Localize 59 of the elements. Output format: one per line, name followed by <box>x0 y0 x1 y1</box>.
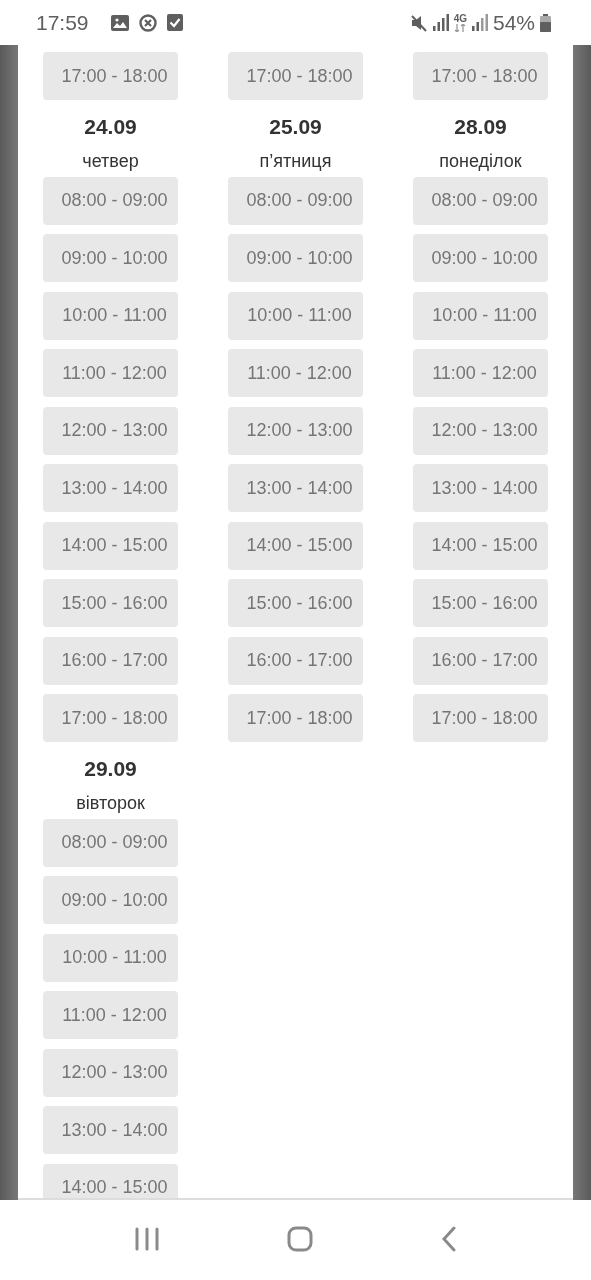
time-slot-button[interactable]: 15:00 - 16:00 <box>413 579 548 627</box>
time-slot-button[interactable]: 13:00 - 14:00 <box>43 1106 178 1154</box>
blocked-icon <box>138 13 157 32</box>
weekday-label: вівторок <box>76 791 145 815</box>
checkbox-icon <box>166 14 183 31</box>
time-slot-button[interactable]: 17:00 - 18:00 <box>228 52 363 100</box>
time-slot-button[interactable]: 11:00 - 12:00 <box>228 349 363 397</box>
time-slot-button[interactable]: 15:00 - 16:00 <box>228 579 363 627</box>
time-slot-button[interactable]: 09:00 - 10:00 <box>228 234 363 282</box>
time-slot-button[interactable]: 08:00 - 09:00 <box>43 818 178 867</box>
time-slot-button[interactable]: 17:00 - 18:00 <box>43 694 178 742</box>
time-slot-button[interactable]: 10:00 - 11:00 <box>228 291 363 340</box>
data-arrows-icon <box>454 23 467 32</box>
time-slot-button[interactable]: 09:00 - 10:00 <box>413 234 548 282</box>
time-slot-button[interactable]: 17:00 - 18:00 <box>228 694 363 742</box>
time-slot-button[interactable]: 17:00 - 18:00 <box>413 694 548 742</box>
mute-icon <box>409 13 428 32</box>
weekday-label: понеділок <box>439 149 522 173</box>
time-slot-button[interactable]: 10:00 - 11:00 <box>413 291 548 340</box>
time-slot-button[interactable]: 11:00 - 12:00 <box>413 349 548 397</box>
signal-icon <box>432 14 449 31</box>
time-slot-button[interactable]: 08:00 - 09:00 <box>43 176 178 225</box>
weekday-label: п’ятниця <box>259 149 332 173</box>
time-slot-button[interactable]: 13:00 - 14:00 <box>413 464 548 512</box>
time-slot-button[interactable]: 14:00 - 15:00 <box>43 1163 178 1198</box>
time-slot-button[interactable]: 13:00 - 14:00 <box>43 464 178 512</box>
time-slot-button[interactable]: 09:00 - 10:00 <box>43 876 178 924</box>
day-date: 25.09 <box>269 114 322 139</box>
day-date: 28.09 <box>454 114 507 139</box>
time-slot-button[interactable]: 14:00 - 15:00 <box>43 521 178 570</box>
time-slot-button[interactable]: 13:00 - 14:00 <box>228 464 363 512</box>
day-date: 24.09 <box>84 114 137 139</box>
time-slot-button[interactable]: 12:00 - 13:00 <box>228 406 363 455</box>
image-icon <box>110 14 129 31</box>
time-slot-button[interactable]: 15:00 - 16:00 <box>43 579 178 627</box>
time-slot-button[interactable]: 14:00 - 15:00 <box>413 521 548 570</box>
time-slot-button[interactable]: 14:00 - 15:00 <box>228 521 363 570</box>
time-slot-button[interactable]: 12:00 - 13:00 <box>43 1048 178 1097</box>
time-slot-button[interactable]: 11:00 - 12:00 <box>43 349 178 397</box>
battery-icon <box>540 13 551 32</box>
time-slot-button[interactable]: 11:00 - 12:00 <box>43 991 178 1039</box>
time-slot-button[interactable]: 08:00 - 09:00 <box>413 176 548 225</box>
time-slot-button[interactable]: 16:00 - 17:00 <box>228 636 363 685</box>
time-slot-button[interactable]: 12:00 - 13:00 <box>413 406 548 455</box>
time-slot-button[interactable]: 17:00 - 18:00 <box>413 52 548 100</box>
time-slot-button[interactable]: 17:00 - 18:00 <box>43 52 178 100</box>
network-type: 4G <box>453 13 467 24</box>
signal-icon <box>471 14 488 31</box>
weekday-label: четвер <box>82 149 139 173</box>
time-slot-button[interactable]: 08:00 - 09:00 <box>228 176 363 225</box>
time-slot-button[interactable]: 16:00 - 17:00 <box>43 636 178 685</box>
clock-time: 17:59 <box>36 10 89 35</box>
time-slot-button[interactable]: 12:00 - 13:00 <box>43 406 178 455</box>
time-slot-button[interactable]: 10:00 - 11:00 <box>43 933 178 982</box>
day-date: 29.09 <box>84 756 137 781</box>
time-slot-button[interactable]: 16:00 - 17:00 <box>413 636 548 685</box>
battery-percent: 54% <box>492 10 535 35</box>
time-slot-button[interactable]: 09:00 - 10:00 <box>43 234 178 282</box>
time-slot-button[interactable]: 10:00 - 11:00 <box>43 291 178 340</box>
